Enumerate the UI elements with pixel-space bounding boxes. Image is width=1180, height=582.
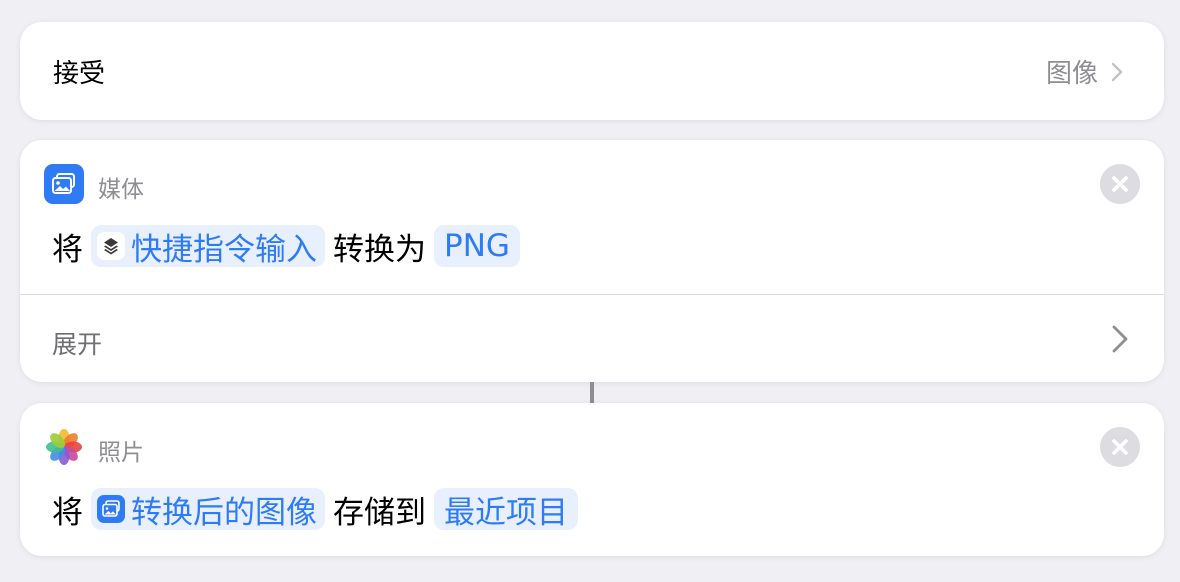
action-sentence: 将 快捷指令输入 转换为 PNG <box>52 224 520 268</box>
accept-input-row[interactable]: 接受 图像 <box>20 22 1164 120</box>
chevron-right-icon <box>1111 62 1123 82</box>
action-verb: 将 <box>52 231 83 268</box>
shortcut-input-variable[interactable]: 快捷指令输入 <box>91 225 325 268</box>
accept-type-value[interactable]: 图像 <box>1046 53 1098 90</box>
expand-row[interactable]: 展开 <box>20 295 1164 382</box>
close-icon <box>1112 439 1128 455</box>
photos-flower-icon <box>45 428 83 466</box>
action-app-name: 媒体 <box>98 177 144 203</box>
media-photo-icon <box>44 164 84 204</box>
convert-image-action: 媒体 将 快捷指令输入 转换为 PNG 展开 <box>20 140 1164 382</box>
remove-action-button[interactable] <box>1100 164 1140 204</box>
action-app-name: 照片 <box>98 440 144 466</box>
shortcuts-layers-icon <box>97 232 125 260</box>
converted-image-variable[interactable]: 转换后的图像 <box>91 488 325 531</box>
remove-action-button[interactable] <box>1100 427 1140 467</box>
action-sentence: 将 转换后的图像 存储到 最近项目 <box>52 487 578 531</box>
album-parameter[interactable]: 最近项目 <box>434 488 578 531</box>
action-verb: 将 <box>52 494 83 531</box>
image-icon <box>97 495 125 523</box>
action-middle-text: 存储到 <box>333 494 426 531</box>
accept-label: 接受 <box>53 59 106 89</box>
close-icon <box>1112 176 1128 192</box>
expand-label: 展开 <box>52 330 103 359</box>
action-middle-text: 转换为 <box>333 231 426 268</box>
action-connector <box>590 382 594 403</box>
format-parameter[interactable]: PNG <box>434 225 520 267</box>
save-to-album-action: 照片 将 转换后的图像 存储到 最近项目 <box>20 403 1164 556</box>
converted-image-label: 转换后的图像 <box>131 494 317 531</box>
chevron-right-icon <box>1112 325 1128 353</box>
shortcut-input-label: 快捷指令输入 <box>131 231 317 268</box>
